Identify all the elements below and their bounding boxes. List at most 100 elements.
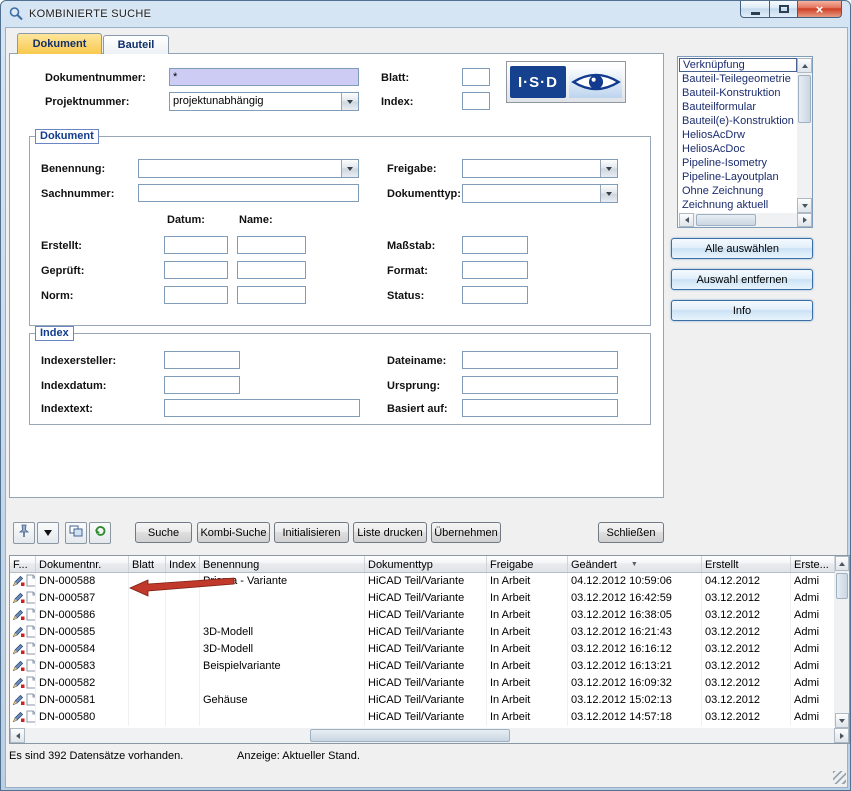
link-type-item[interactable]: Bauteil(e)-Konstruktion [679, 114, 797, 128]
name-column-header: Name: [239, 214, 273, 226]
resize-grip[interactable] [833, 771, 846, 784]
dokumentnummer-input[interactable] [169, 68, 359, 86]
tab-bauteil-label: Bauteil [118, 39, 155, 51]
filter-button[interactable] [37, 522, 59, 544]
column-header-erstellt[interactable]: Erstellt [702, 556, 791, 572]
verknuepfung-listbox[interactable]: VerknüpfungBauteil-TeilegeometrieBauteil… [677, 56, 813, 228]
result-row-DN-000587[interactable]: DN-000587HiCAD Teil/VarianteIn Arbeit03.… [10, 590, 835, 607]
info-button[interactable]: Info [671, 300, 813, 321]
alle-auswaehlen-button[interactable]: Alle auswählen [671, 238, 813, 259]
column-header-dokumenttyp[interactable]: Dokumenttyp [365, 556, 487, 572]
scroll-down-button[interactable] [835, 713, 849, 728]
freigabe-dropdown-button[interactable] [600, 160, 617, 177]
projektnummer-combo[interactable]: projektunabhängig [169, 92, 359, 111]
column-header-benennung[interactable]: Benennung [200, 556, 365, 572]
column-header-freigabe[interactable]: Freigabe [487, 556, 568, 572]
scroll-up-button[interactable] [835, 556, 849, 571]
liste-drucken-button[interactable]: Liste drucken [353, 522, 427, 543]
basiert-auf-input[interactable] [462, 399, 618, 417]
dokumenttyp-dropdown-button[interactable] [600, 185, 617, 202]
link-type-item[interactable]: HeliosAcDoc [679, 142, 797, 156]
kombi-suche-button[interactable]: Kombi-Suche [197, 522, 270, 543]
schliessen-button[interactable]: Schließen [598, 522, 664, 543]
column-header-index[interactable]: Index [166, 556, 200, 572]
geprueft-name-input[interactable] [237, 261, 306, 279]
result-row-DN-000586[interactable]: DN-000586HiCAD Teil/VarianteIn Arbeit03.… [10, 607, 835, 624]
column-header-icons[interactable]: F... [10, 556, 36, 572]
link-type-item[interactable]: Verknüpfung [679, 58, 797, 72]
scrollbar-thumb[interactable] [696, 214, 756, 226]
refresh-button[interactable] [89, 522, 111, 544]
maximize-button[interactable] [770, 1, 798, 18]
result-row-DN-000584[interactable]: DN-0005843D-ModellHiCAD Teil/VarianteIn … [10, 641, 835, 658]
scroll-down-button[interactable] [797, 198, 812, 213]
cell-dokumenttyp: HiCAD Teil/Variante [365, 624, 487, 641]
table-vertical-scrollbar[interactable] [835, 556, 849, 728]
projektnummer-dropdown-button[interactable] [341, 93, 358, 110]
benennung-combo[interactable] [138, 159, 359, 178]
listbox-horizontal-scrollbar[interactable] [679, 213, 812, 227]
scrollbar-thumb[interactable] [310, 729, 510, 742]
result-row-DN-000588[interactable]: DN-000588Prisma - VarianteHiCAD Teil/Var… [10, 573, 835, 590]
indextext-input[interactable] [164, 399, 360, 417]
pin-button[interactable] [13, 522, 35, 544]
massstab-input[interactable] [462, 236, 528, 254]
link-type-item[interactable]: HeliosAcDrw [679, 128, 797, 142]
scroll-left-button[interactable] [679, 213, 694, 227]
index-input[interactable] [462, 92, 490, 110]
indexersteller-input[interactable] [164, 351, 240, 369]
geprueft-datum-input[interactable] [164, 261, 228, 279]
scroll-right-button[interactable] [834, 728, 849, 743]
auswahl-entfernen-button[interactable]: Auswahl entfernen [671, 269, 813, 290]
scroll-up-button[interactable] [797, 58, 812, 73]
cell-index [166, 709, 200, 726]
column-header-ersteller[interactable]: Erste... [791, 556, 835, 572]
cell-erstellt: 04.12.2012 [702, 573, 791, 590]
norm-datum-input[interactable] [164, 286, 228, 304]
listbox-vertical-scrollbar[interactable] [797, 58, 812, 213]
suche-button[interactable]: Suche [135, 522, 192, 543]
column-header-dokumentnr[interactable]: Dokumentnr. [36, 556, 129, 572]
tab-dokument[interactable]: Dokument [17, 33, 102, 54]
column-header-geaendert[interactable]: Geändert▼ [568, 556, 702, 572]
close-button[interactable]: × [798, 1, 842, 18]
dokumenttyp-combo[interactable] [462, 184, 618, 203]
link-type-item[interactable]: Pipeline-Layoutplan [679, 170, 797, 184]
column-header-blatt[interactable]: Blatt [129, 556, 166, 572]
table-horizontal-scrollbar[interactable] [10, 728, 849, 743]
cell-dokumenttyp: HiCAD Teil/Variante [365, 590, 487, 607]
result-row-DN-000580[interactable]: DN-000580HiCAD Teil/VarianteIn Arbeit03.… [10, 709, 835, 726]
link-type-item[interactable]: Bauteil-Konstruktion [679, 86, 797, 100]
norm-name-input[interactable] [237, 286, 306, 304]
uebernehmen-button[interactable]: Übernehmen [431, 522, 501, 543]
blatt-input[interactable] [462, 68, 490, 86]
view-cards-button[interactable] [65, 522, 87, 544]
link-type-item[interactable]: Ohne Zeichnung [679, 184, 797, 198]
link-type-item[interactable]: Bauteilformular [679, 100, 797, 114]
indexdatum-input[interactable] [164, 376, 240, 394]
result-row-DN-000581[interactable]: DN-000581GehäuseHiCAD Teil/VarianteIn Ar… [10, 692, 835, 709]
link-type-item[interactable]: Bauteil-Teilegeometrie [679, 72, 797, 86]
initialisieren-button[interactable]: Initialisieren [274, 522, 349, 543]
result-row-DN-000585[interactable]: DN-0005853D-ModellHiCAD Teil/VarianteIn … [10, 624, 835, 641]
scroll-right-button[interactable] [797, 213, 812, 227]
scrollbar-thumb[interactable] [836, 573, 848, 599]
freigabe-combo[interactable] [462, 159, 618, 178]
scroll-left-button[interactable] [10, 728, 25, 743]
dateiname-input[interactable] [462, 351, 618, 369]
ursprung-input[interactable] [462, 376, 618, 394]
tab-bauteil[interactable]: Bauteil [103, 35, 169, 54]
benennung-dropdown-button[interactable] [341, 160, 358, 177]
status-input[interactable] [462, 286, 528, 304]
erstellt-datum-input[interactable] [164, 236, 228, 254]
scrollbar-thumb[interactable] [798, 75, 811, 123]
link-type-item[interactable]: Pipeline-Isometry [679, 156, 797, 170]
format-input[interactable] [462, 261, 528, 279]
cell-benennung [200, 709, 365, 726]
result-row-DN-000582[interactable]: DN-000582HiCAD Teil/VarianteIn Arbeit03.… [10, 675, 835, 692]
minimize-button[interactable] [740, 1, 770, 18]
sachnummer-input[interactable] [138, 184, 359, 202]
erstellt-name-input[interactable] [237, 236, 306, 254]
result-row-DN-000583[interactable]: DN-000583BeispielvarianteHiCAD Teil/Vari… [10, 658, 835, 675]
link-type-item[interactable]: Zeichnung aktuell [679, 198, 797, 212]
